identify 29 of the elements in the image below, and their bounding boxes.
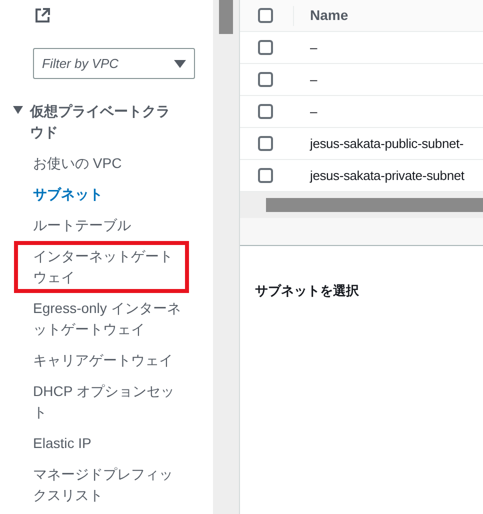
checkbox[interactable] (258, 8, 273, 23)
checkbox[interactable] (258, 136, 273, 151)
nav-link[interactable]: Egress-only インターネットゲートウェイ (33, 298, 185, 340)
horizontal-scrollbar-thumb[interactable] (266, 198, 483, 212)
collapse-caret-icon[interactable] (13, 106, 23, 114)
nav-link[interactable]: キャリアゲートウェイ (33, 350, 185, 371)
nav-link[interactable]: お使いの VPC (33, 153, 185, 174)
nav-link[interactable]: DHCP オプションセット (33, 381, 185, 423)
checkbox[interactable] (258, 104, 273, 119)
checkbox[interactable] (258, 40, 273, 55)
table-cell-text: jesus-sakata-public-subnet- (310, 134, 464, 153)
nav-link[interactable]: サブネット (33, 184, 185, 205)
checkbox[interactable] (258, 168, 273, 183)
vpc-filter-select[interactable]: Filter by VPC (33, 48, 195, 79)
table-cell-text: jesus-sakata-private-subnet (310, 166, 464, 185)
nav-link[interactable]: インターネットゲートウェイ (33, 246, 185, 288)
nav-link[interactable]: マネージドプレフィックスリスト (33, 464, 185, 506)
nav-link[interactable]: Elastic IP (33, 433, 185, 454)
table-cell-text: – (310, 38, 318, 57)
external-link-icon[interactable] (35, 8, 50, 23)
scrollbar-thumb[interactable] (219, 0, 233, 34)
nav-link[interactable]: ルートテーブル (33, 215, 185, 236)
checkbox[interactable] (258, 72, 273, 87)
details-message: サブネットを選択 (255, 282, 360, 300)
table-cell-text: – (310, 102, 318, 121)
section-heading: 仮想プライベートクラウド (30, 102, 171, 142)
table-cell-text: – (310, 70, 318, 89)
dropdown-caret-icon (174, 60, 186, 68)
column-header[interactable]: Name (310, 5, 348, 26)
